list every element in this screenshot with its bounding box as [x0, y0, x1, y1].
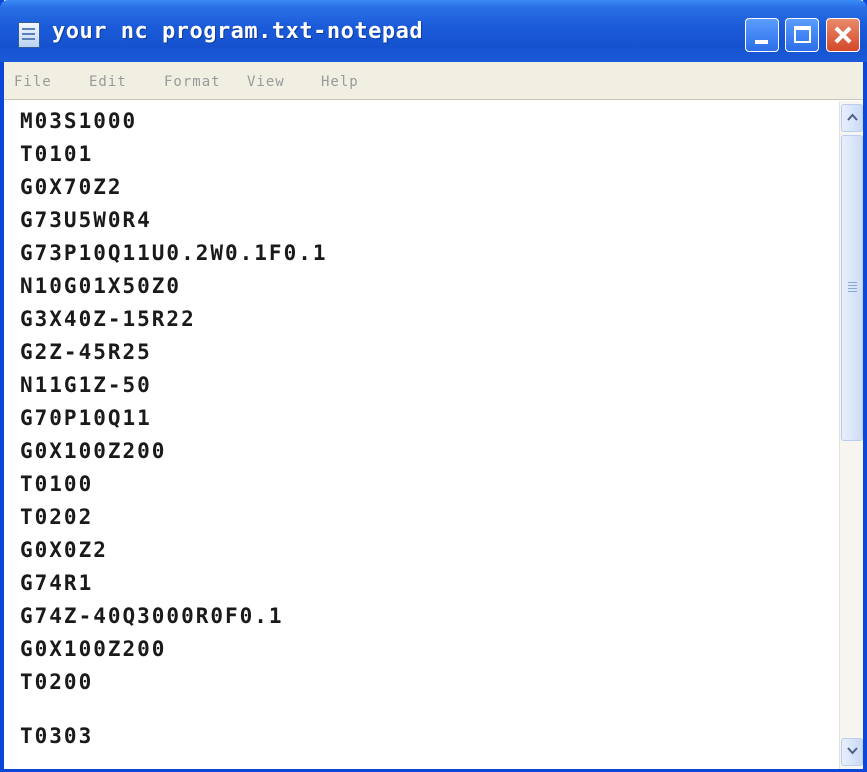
code-line: T0303 — [20, 724, 94, 748]
notepad-window: your nc program.txt-notepad File Edit Fo… — [0, 0, 867, 772]
scroll-down-button[interactable] — [841, 738, 863, 766]
minimize-icon — [755, 40, 768, 44]
text-editor[interactable]: M03S1000 T0101 G0X70Z2 G73U5W0R4 G73P10Q… — [4, 101, 839, 769]
code-line: G74R1 — [20, 571, 94, 595]
maximize-button[interactable] — [785, 18, 819, 52]
code-line: G70P10Q11 — [20, 406, 152, 430]
close-icon — [827, 19, 859, 51]
scroll-up-arrow-icon — [847, 113, 858, 121]
code-line: G0X70Z2 — [20, 175, 123, 199]
notepad-icon[interactable] — [18, 22, 40, 48]
code-line: G0X100Z200 — [20, 439, 167, 463]
window-title: your nc program.txt-notepad — [52, 19, 424, 44]
maximize-icon — [794, 26, 811, 43]
menu-edit[interactable]: Edit — [89, 74, 127, 90]
menu-bar: File Edit Format View Help — [4, 62, 863, 100]
code-line: T0100 — [20, 472, 94, 496]
scroll-up-button[interactable] — [841, 104, 863, 132]
scroll-thumb[interactable] — [841, 135, 863, 441]
code-line: G0X0Z2 — [20, 538, 108, 562]
close-button[interactable] — [826, 18, 860, 52]
code-line: T0202 — [20, 505, 94, 529]
grip-icon — [848, 282, 857, 283]
title-bar[interactable]: your nc program.txt-notepad — [0, 0, 867, 62]
menu-view[interactable]: View — [247, 74, 285, 90]
menu-help[interactable]: Help — [321, 74, 359, 90]
code-line: T0200 — [20, 670, 94, 694]
code-line: N11G1Z-50 — [20, 373, 152, 397]
scroll-down-arrow-icon — [847, 747, 858, 755]
code-line: M03S1000 — [20, 109, 138, 133]
vertical-scrollbar[interactable] — [839, 101, 863, 769]
minimize-button[interactable] — [745, 18, 779, 52]
menu-format[interactable]: Format — [164, 74, 221, 90]
code-line: G2Z-45R25 — [20, 340, 152, 364]
code-line: N10G01X50Z0 — [20, 274, 182, 298]
menu-file[interactable]: File — [14, 74, 52, 90]
code-line: G74Z-40Q3000R0F0.1 — [20, 604, 284, 628]
code-line: T0101 — [20, 142, 94, 166]
code-line: G73P10Q11U0.2W0.1F0.1 — [20, 241, 328, 265]
code-line: G0X100Z200 — [20, 637, 167, 661]
code-line: G73U5W0R4 — [20, 208, 152, 232]
code-line: G3X40Z-15R22 — [20, 307, 196, 331]
